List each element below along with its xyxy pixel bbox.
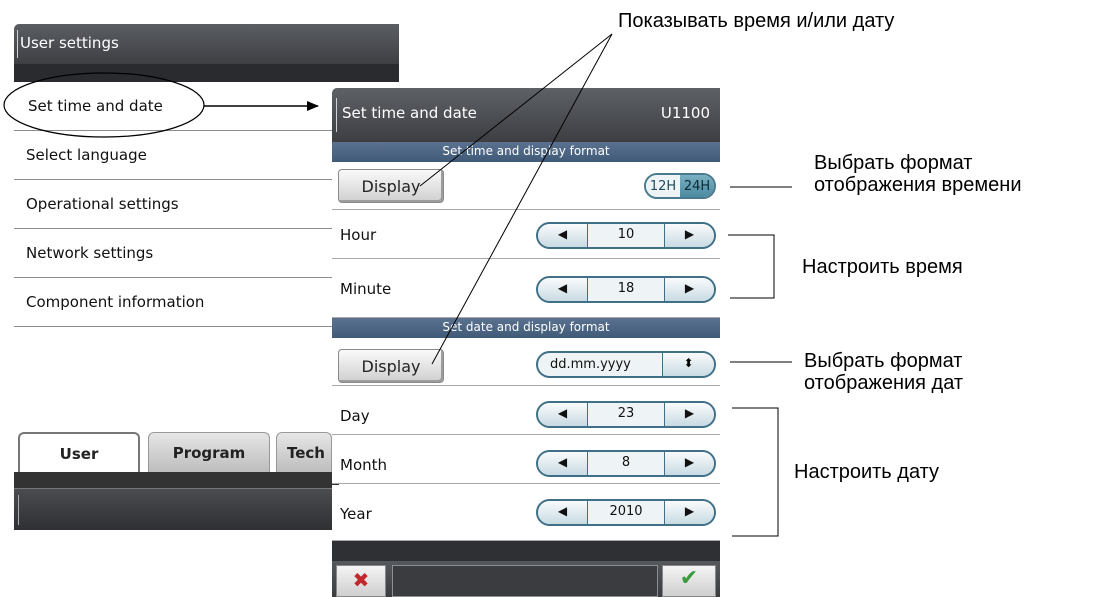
annotation-line: отображения дат — [804, 372, 964, 394]
annotation-date-format: Выбрать формат отображения дат — [804, 350, 963, 394]
bracket-set-time — [728, 234, 775, 299]
annotation-set-date: Настроить дату — [794, 461, 940, 483]
annotation-line: отображения времени — [814, 174, 1022, 196]
bracket-set-date — [732, 407, 779, 537]
highlight-ellipse — [3, 72, 205, 138]
annotation-show-time-date: Показывать время и/или дату — [618, 10, 895, 32]
leader-time-display — [419, 33, 613, 187]
annotation-line: Выбрать формат — [804, 350, 963, 372]
annotation-line: Выбрать формат — [814, 152, 973, 174]
leader-date-display — [431, 33, 613, 365]
annotation-lines — [3, 33, 792, 537]
annotation-time-format: Выбрать формат отображения времени — [814, 152, 1022, 196]
annotation-set-time: Настроить время — [802, 256, 963, 278]
